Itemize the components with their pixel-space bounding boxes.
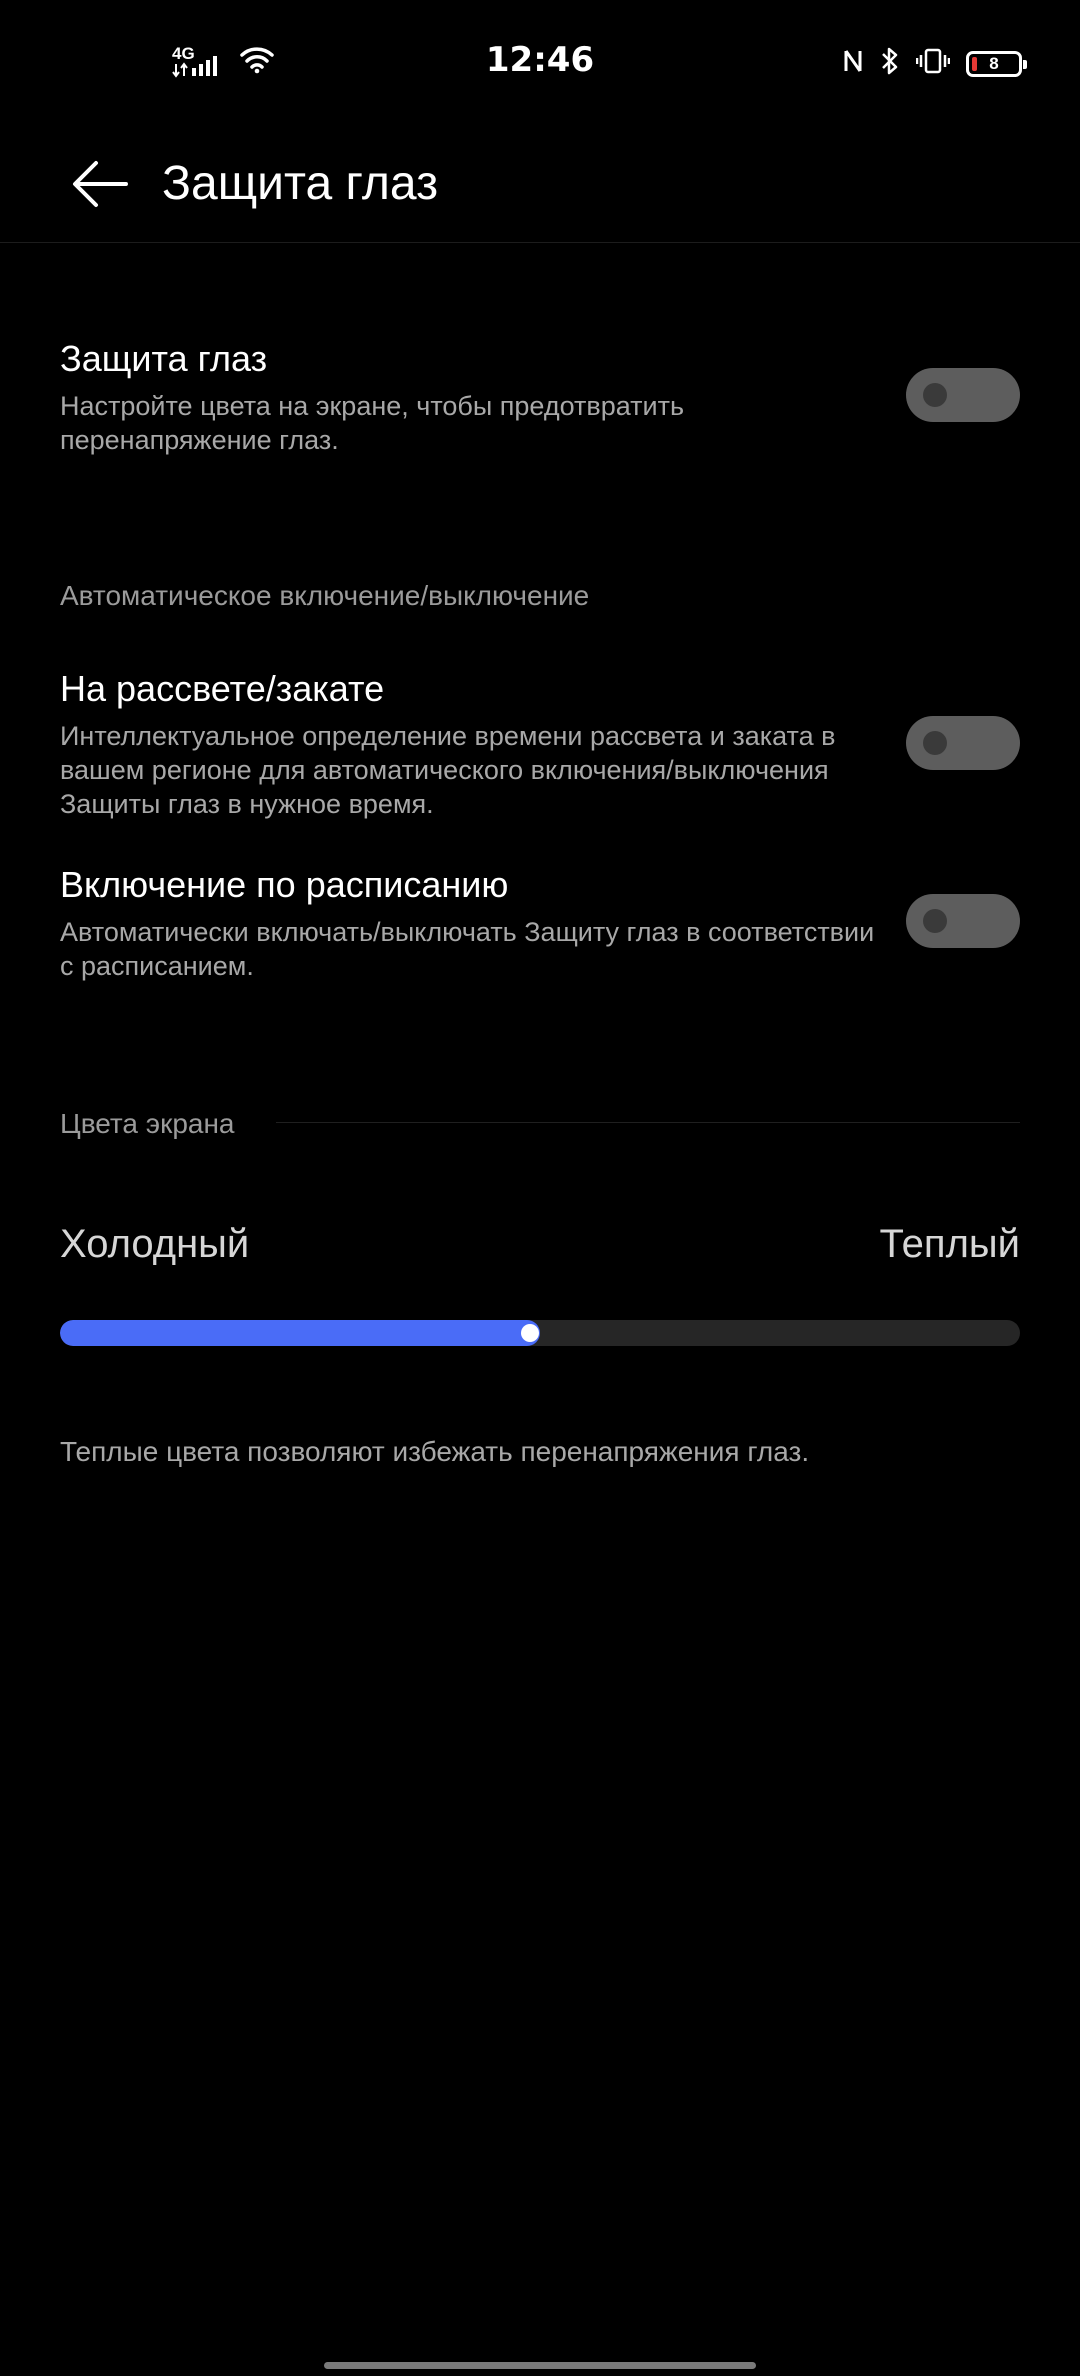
setting-text: На рассвете/закате Интеллектуальное опре… <box>60 666 880 821</box>
slider-thumb[interactable] <box>521 1324 539 1342</box>
warm-label: Теплый <box>879 1222 1020 1266</box>
eye-protection-description: Настройте цвета на экране, чтобы предотв… <box>60 390 685 455</box>
auto-section-header: Автоматическое включение/выключение <box>60 580 590 611</box>
battery-level: 8 <box>989 53 999 73</box>
schedule-description: Автоматически включать/выключать Защиту … <box>60 916 875 981</box>
bluetooth-icon <box>880 46 900 81</box>
schedule-toggle[interactable] <box>906 894 1020 948</box>
vibrate-icon <box>915 47 951 80</box>
setting-text: Защита глаз Настройте цвета на экране, ч… <box>60 336 880 457</box>
cold-label: Холодный <box>60 1222 250 1266</box>
sunset-description: Интеллектуальное определение времени рас… <box>60 720 836 819</box>
home-indicator[interactable] <box>324 2362 756 2369</box>
status-right-icons: 8 <box>842 46 1027 81</box>
toggle-knob <box>923 383 947 407</box>
eye-protection-toggle[interactable] <box>906 368 1020 422</box>
setting-text: Включение по расписанию Автоматически вк… <box>60 862 880 983</box>
app-bar: Защита глаз <box>0 130 1080 243</box>
battery-icon: 8 <box>966 50 1027 77</box>
page-title: Защита глаз <box>162 157 439 210</box>
screen-colors-header: Цвета экрана <box>60 1108 235 1139</box>
slider-fill <box>60 1320 540 1346</box>
sunset-setting[interactable]: На рассвете/закате Интеллектуальное опре… <box>60 666 1020 821</box>
arrow-left-icon <box>73 161 128 207</box>
back-button[interactable] <box>60 144 140 224</box>
schedule-title: Включение по расписанию <box>60 864 509 905</box>
nfc-icon <box>842 47 864 80</box>
toggle-knob <box>923 909 947 933</box>
section-divider <box>276 1122 1020 1123</box>
eye-protection-setting[interactable]: Защита глаз Настройте цвета на экране, ч… <box>60 336 1020 457</box>
sunset-title: На рассвете/закате <box>60 668 385 709</box>
screen-colors-note: Теплые цвета позволяют избежать перенапр… <box>60 1436 810 1467</box>
eye-protection-title: Защита глаз <box>60 338 268 379</box>
schedule-setting[interactable]: Включение по расписанию Автоматически вк… <box>60 862 1020 983</box>
color-temperature-slider[interactable] <box>60 1320 1020 1346</box>
toggle-knob <box>923 731 947 755</box>
sunset-toggle[interactable] <box>906 716 1020 770</box>
status-bar: 4G 12:46 8 <box>0 0 1080 130</box>
